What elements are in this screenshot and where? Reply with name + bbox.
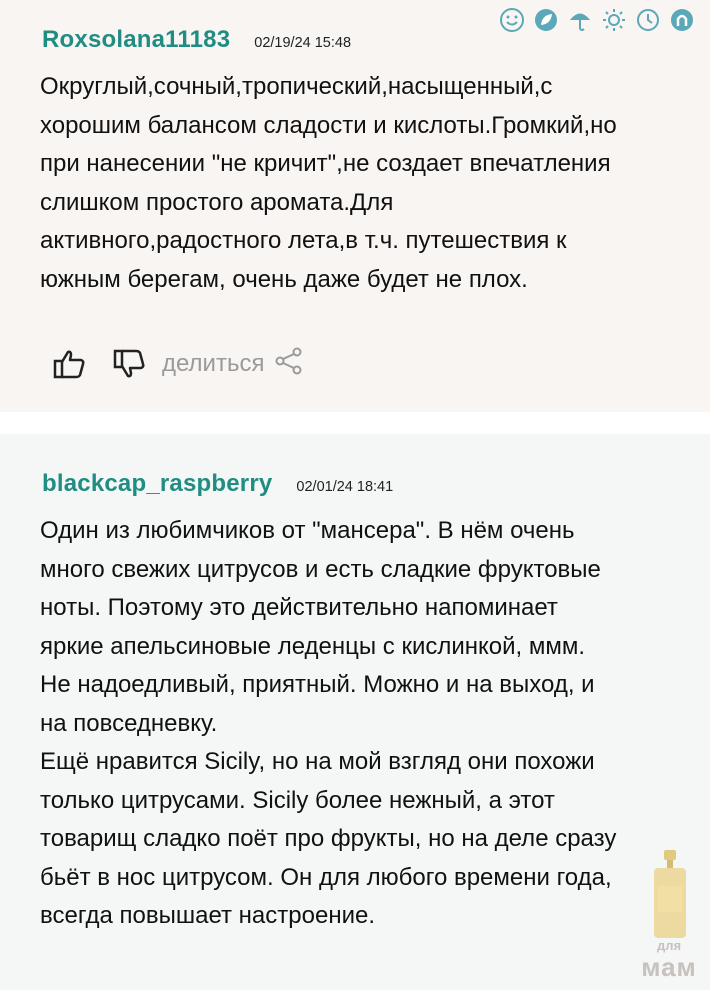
review-text-line: бьёт в нос цитрусом. Он для любого време… bbox=[40, 863, 612, 891]
review-header: Roxsolana11183 02/19/24 15:48 bbox=[42, 26, 351, 54]
thumbs-up-icon[interactable] bbox=[50, 344, 90, 384]
promo-label-large: мам bbox=[641, 952, 697, 982]
review-content: blackcap_raspberry 02/01/24 18:41 Один и… bbox=[0, 434, 710, 990]
smile-icon[interactable] bbox=[498, 6, 526, 34]
mood-icon-bar bbox=[498, 6, 702, 34]
review-text-line: много свежих цитрусов и есть сладкие фру… bbox=[40, 555, 601, 583]
review-text: Округлый,сочный,тропический,насыщенный,с… bbox=[40, 68, 700, 299]
clock-icon[interactable] bbox=[634, 6, 662, 34]
review-text-line: хорошим балансом сладости и кислоты.Гром… bbox=[40, 111, 617, 139]
review-text-line: товарищ сладко поёт про фрукты, но на де… bbox=[40, 825, 617, 852]
review-text-line: ноты. Поэтому это действительно напомина… bbox=[40, 594, 558, 621]
review-text-line: южным берегам, очень даже будет не плох. bbox=[40, 265, 528, 293]
umbrella-icon[interactable] bbox=[566, 6, 594, 34]
review-date: 02/01/24 18:41 bbox=[296, 479, 394, 495]
review-username[interactable]: Roxsolana11183 bbox=[42, 26, 230, 54]
share-icon bbox=[274, 346, 304, 383]
leaf-icon[interactable] bbox=[532, 6, 560, 34]
share-label: делиться bbox=[162, 350, 265, 377]
review-text-line: при нанесении "не кричит",не создает впе… bbox=[40, 150, 611, 177]
review-text-line: слишком простого аромата.Для bbox=[40, 188, 394, 216]
review-text-line: только цитрусами. Sicily более нежный, а… bbox=[40, 786, 555, 814]
sun-icon[interactable] bbox=[600, 6, 628, 34]
review-divider bbox=[0, 412, 710, 434]
review-header: blackcap_raspberry 02/01/24 18:41 bbox=[42, 470, 393, 498]
review-text-line: Ещё нравится Sicily, но на мой взгляд он… bbox=[40, 748, 595, 775]
review-text-line: всегда повышает настроение. bbox=[40, 902, 375, 929]
share-button[interactable]: делиться bbox=[162, 346, 304, 383]
promo-label-small: для bbox=[656, 938, 682, 953]
review-text-line: Не надоедливый, приятный. Можно и на вых… bbox=[40, 671, 595, 698]
review-text-line: на повседневку. bbox=[40, 709, 218, 737]
review-text-line: Округлый,сочный,тропический,насыщенный,с bbox=[40, 73, 553, 100]
review-text-line: активного,радостного лета,в т.ч. путешес… bbox=[40, 227, 567, 254]
horseshoe-icon[interactable] bbox=[668, 6, 696, 34]
review-actions: делиться bbox=[50, 344, 304, 384]
thumbs-down-icon[interactable] bbox=[110, 344, 150, 384]
review-username[interactable]: blackcap_raspberry bbox=[42, 470, 272, 498]
review-date: 02/19/24 15:48 bbox=[254, 35, 352, 51]
review-text-line: Один из любимчиков от "мансера". В нём о… bbox=[40, 517, 575, 544]
review-text-line: яркие апельсиновые леденцы с кислинкой, … bbox=[40, 632, 586, 660]
review-text: Один из любимчиков от "мансера". В нём о… bbox=[40, 512, 700, 936]
review-card: Roxsolana11183 02/19/24 15:48 Округлый,с… bbox=[0, 0, 710, 412]
